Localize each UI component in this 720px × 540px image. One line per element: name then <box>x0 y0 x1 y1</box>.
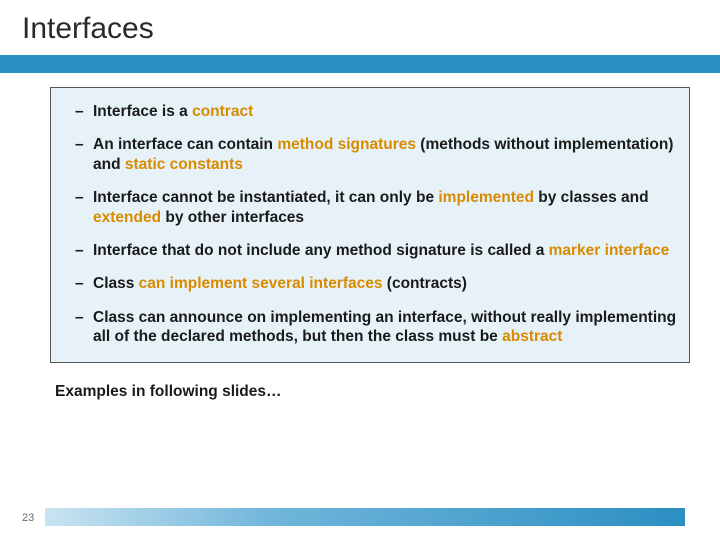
dash-icon: – <box>75 241 93 260</box>
bullet-text: Class can implement several interfaces (… <box>93 274 677 293</box>
dash-icon: – <box>75 188 93 207</box>
bullet-text: Class can announce on implementing an in… <box>93 308 677 347</box>
dash-icon: – <box>75 135 93 154</box>
list-item: – An interface can contain method signat… <box>75 135 677 174</box>
list-item: – Interface cannot be instantiated, it c… <box>75 188 677 227</box>
title-bar: Interfaces <box>0 0 720 55</box>
list-item: – Class can announce on implementing an … <box>75 308 677 347</box>
bullet-text: Interface is a contract <box>93 102 677 121</box>
footer-note: Examples in following slides… <box>55 383 720 401</box>
bullet-text: An interface can contain method signatur… <box>93 135 677 174</box>
content-box: – Interface is a contract – An interface… <box>50 87 690 363</box>
bullet-text: Interface cannot be instantiated, it can… <box>93 188 677 227</box>
page-number: 23 <box>22 512 34 524</box>
list-item: – Interface is a contract <box>75 102 677 121</box>
slide-title: Interfaces <box>22 12 698 46</box>
list-item: – Interface that do not include any meth… <box>75 241 677 260</box>
footer-accent-band <box>45 508 685 526</box>
dash-icon: – <box>75 102 93 121</box>
bullet-text: Interface that do not include any method… <box>93 241 677 260</box>
dash-icon: – <box>75 274 93 293</box>
list-item: – Class can implement several interfaces… <box>75 274 677 293</box>
header-accent-band <box>0 55 720 73</box>
dash-icon: – <box>75 308 93 327</box>
